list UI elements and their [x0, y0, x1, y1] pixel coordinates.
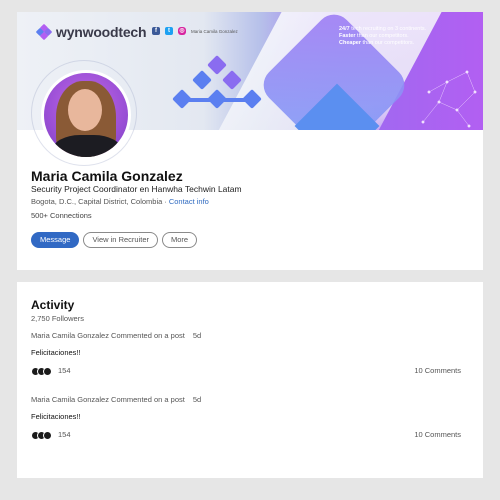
profile-actions: Message View in Recruiter More: [31, 232, 198, 248]
activity-title: Activity: [31, 298, 75, 312]
profile-location-row: Bogota, D.C., Capital District, Colombia…: [31, 197, 209, 206]
post-text: Felicitaciones!!: [31, 412, 81, 421]
banner-node-graphic: [167, 54, 267, 124]
more-button[interactable]: More: [162, 232, 198, 248]
reactions-icon[interactable]: [31, 430, 52, 440]
facebook-icon: f: [152, 27, 160, 35]
profile-location: Bogota, D.C., Capital District, Colombia: [31, 197, 163, 206]
view-in-recruiter-button[interactable]: View in Recruiter: [83, 232, 158, 248]
post-meta: Maria Camila Gonzalez Commented on a pos…: [31, 331, 471, 340]
post-stats: 154 10 Comments: [31, 430, 461, 440]
banner-taglines: 24/7 tech recruiting on 3 continents. Fa…: [339, 26, 426, 47]
profile-card: wynwoodtech f t ◎ Maria Camila Gonzalez …: [17, 12, 483, 270]
banner-network-graphic: [421, 70, 477, 128]
brand-name: wynwoodtech: [56, 24, 147, 40]
reactions-icon[interactable]: [31, 366, 52, 376]
activity-post[interactable]: Maria Camila Gonzalez Commented on a pos…: [31, 331, 471, 376]
contact-info-link[interactable]: Contact info: [169, 197, 209, 206]
post-text: Felicitaciones!!: [31, 348, 81, 357]
twitter-icon: t: [165, 27, 173, 35]
post-age: 5d: [192, 331, 202, 340]
connections-count[interactable]: 500+ Connections: [31, 211, 92, 220]
tagline-3: Cheaper than our competitors.: [339, 40, 415, 46]
reactions-count[interactable]: 154: [58, 430, 71, 439]
reactions-count[interactable]: 154: [58, 366, 71, 375]
activity-post[interactable]: Maria Camila Gonzalez Commented on a pos…: [31, 395, 471, 440]
post-age: 5d: [192, 395, 202, 404]
brand-logo-icon: [35, 23, 53, 41]
tagline-2: Faster than our competitors.: [339, 33, 409, 39]
comments-count[interactable]: 10 Comments: [414, 366, 461, 375]
location-separator: ·: [164, 197, 167, 206]
profile-name: Maria Camila Gonzalez: [31, 168, 183, 184]
followers-count: 2,750 Followers: [31, 314, 84, 323]
message-button[interactable]: Message: [31, 232, 80, 248]
instagram-icon: ◎: [178, 27, 186, 35]
post-meta-text: Maria Camila Gonzalez Commented on a pos…: [31, 331, 185, 340]
activity-card: Activity 2,750 Followers Maria Camila Go…: [17, 282, 483, 478]
profile-headline: Security Project Coordinator en Hanwha T…: [31, 184, 242, 194]
banner-social-row: f t ◎ Maria Camila Gonzalez: [152, 27, 238, 35]
post-meta-text: Maria Camila Gonzalez Commented on a pos…: [31, 395, 185, 404]
comments-count[interactable]: 10 Comments: [414, 430, 461, 439]
post-stats: 154 10 Comments: [31, 366, 461, 376]
avatar[interactable]: [41, 70, 131, 160]
tagline-1: 24/7 tech recruiting on 3 continents.: [339, 26, 427, 32]
post-meta: Maria Camila Gonzalez Commented on a pos…: [31, 395, 471, 404]
brand-logo: wynwoodtech: [35, 23, 147, 41]
social-handle: Maria Camila Gonzalez: [191, 28, 238, 34]
